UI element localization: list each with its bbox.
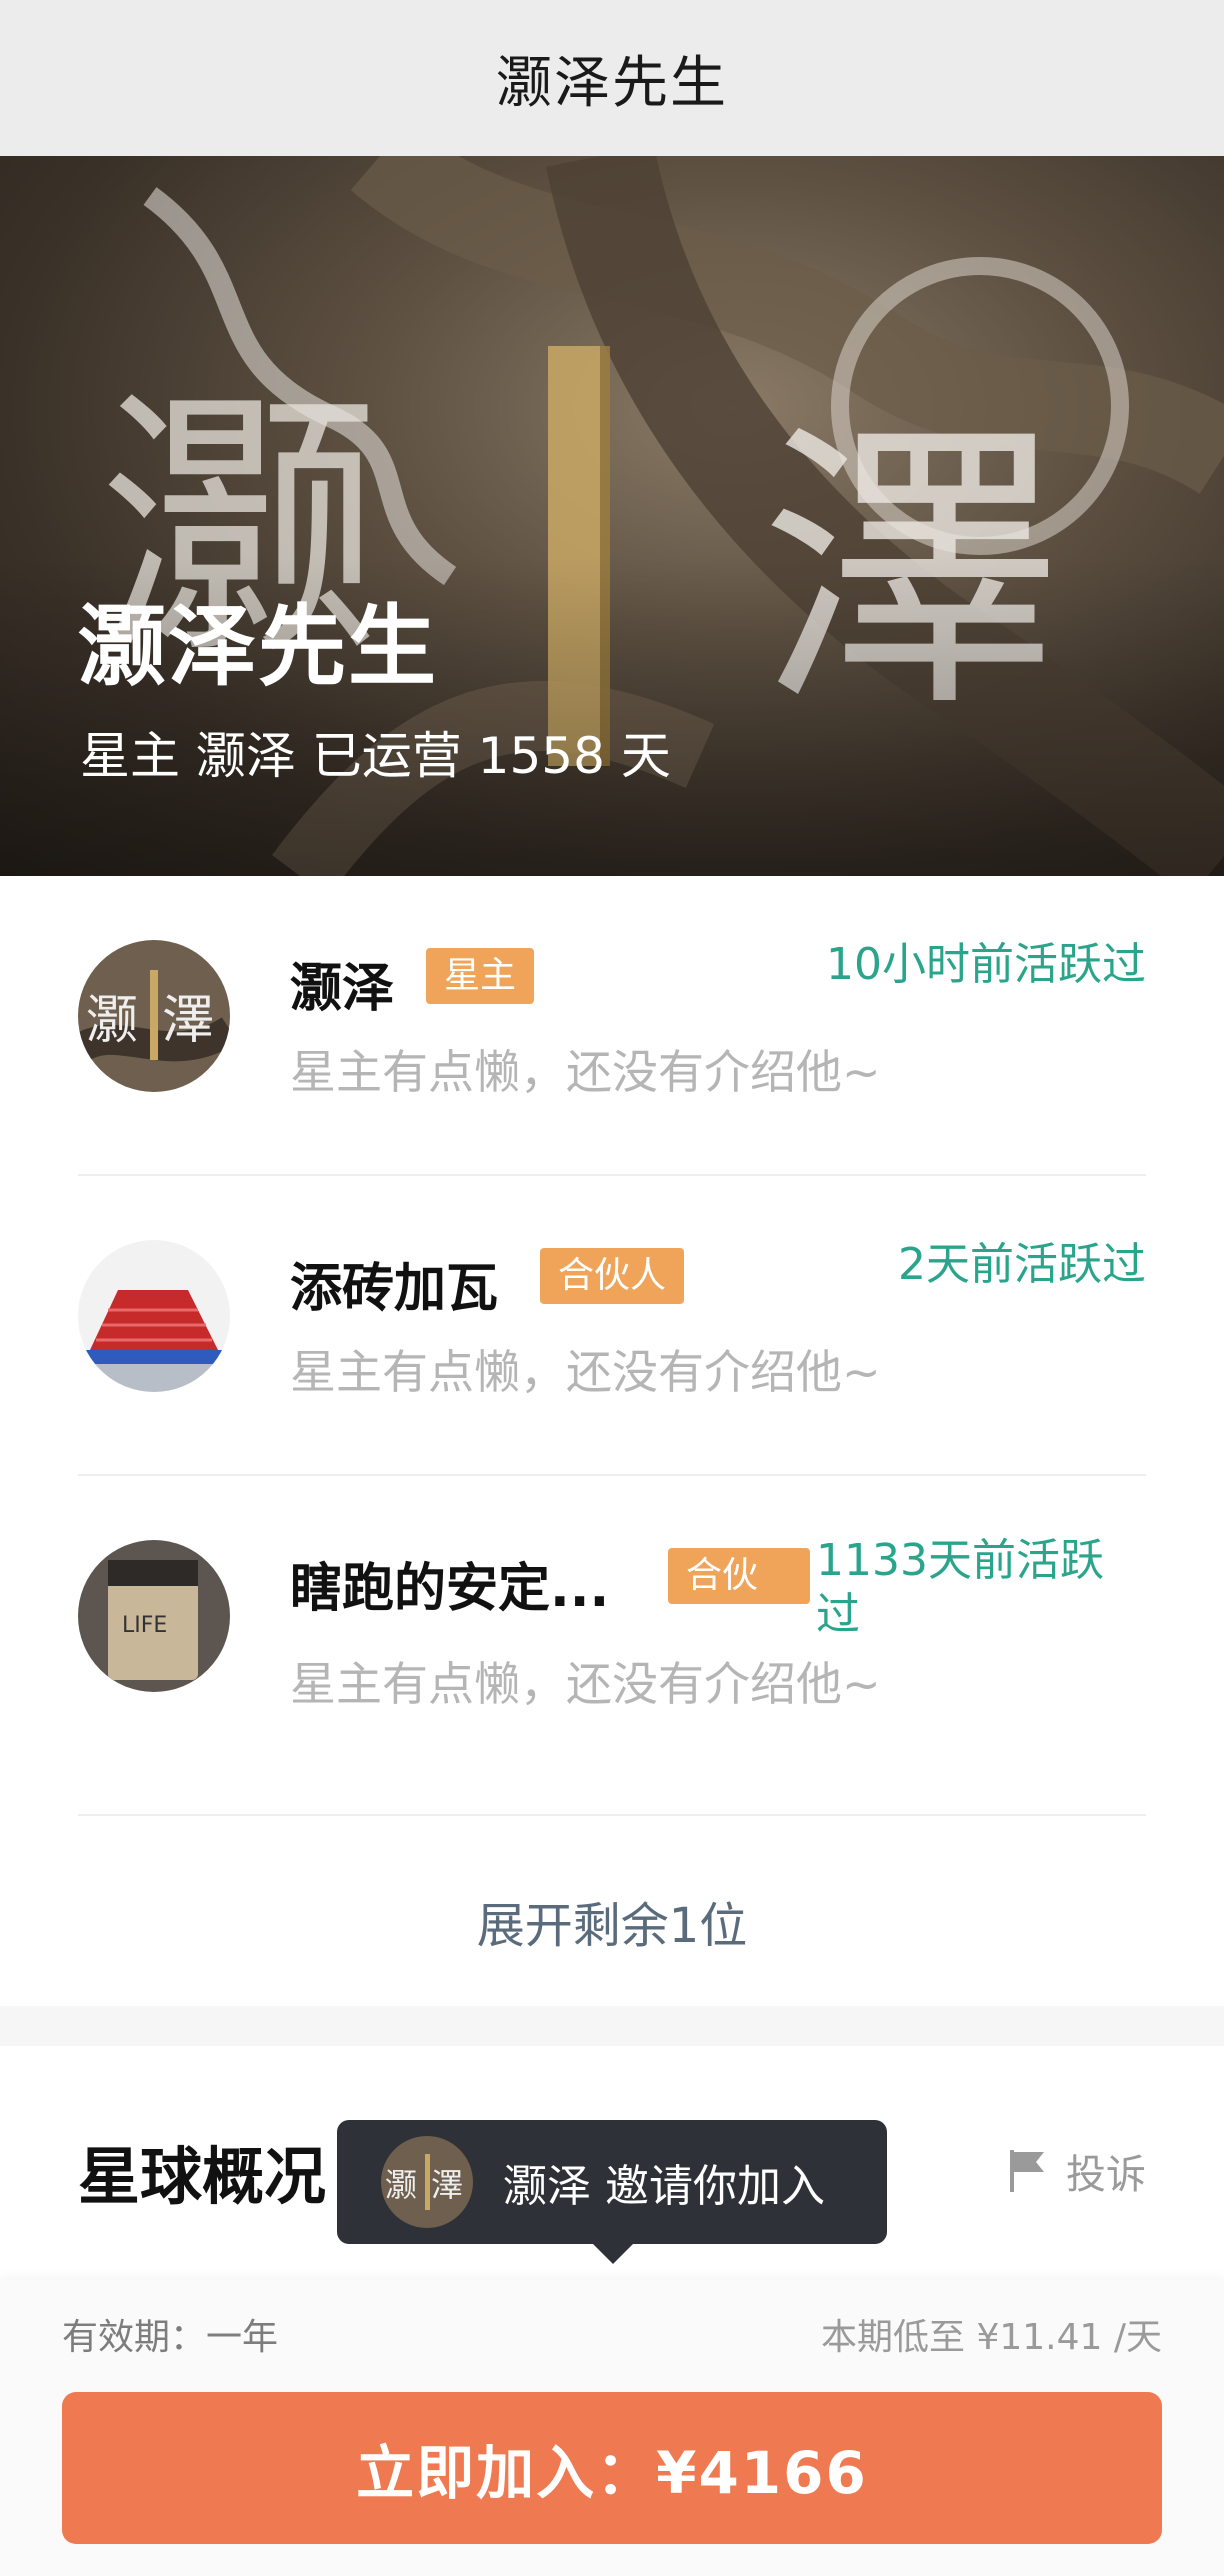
circle-name: 灏泽先生 [78, 595, 439, 698]
invite-text: 灏泽 邀请你加入 [503, 2161, 825, 2212]
hero-banner: 灏 澤 灏泽先生 星主 灏泽 已运营 1558 天 [0, 156, 1224, 876]
member-row[interactable]: 灏 澤 灏泽 星主 10小时前活跃过 星主有点懒，还没有介绍他~ [0, 876, 1224, 1176]
top-bar: 灏泽先生 [0, 0, 1224, 156]
svg-text:澤: 澤 [162, 991, 214, 1051]
svg-text:LIFE: LIFE [122, 1613, 167, 1638]
member-intro: 星主有点懒，还没有介绍他~ [290, 1657, 881, 1711]
daily-price-text: 本期低至 ¥11.41 /天 [821, 2317, 1162, 2358]
member-name: 添砖加瓦 [290, 1259, 499, 1319]
expand-members-link[interactable]: 展开剩余1位 [0, 1886, 1224, 1956]
report-button[interactable]: 投诉 [1008, 2142, 1146, 2200]
svg-text:灏: 灏 [86, 991, 138, 1051]
member-intro: 星主有点懒，还没有介绍他~ [290, 1045, 881, 1099]
role-badge: 合伙人 [540, 1248, 685, 1304]
member-name: 瞎跑的安定... [290, 1559, 610, 1619]
member-intro: 星主有点懒，还没有介绍他~ [290, 1345, 881, 1399]
last-active-text: 2天前活跃过 [898, 1239, 1146, 1290]
role-badge: 合伙 [668, 1548, 810, 1604]
svg-text:灏: 灏 [385, 2166, 417, 2204]
member-row[interactable]: 添砖加瓦 合伙人 2天前活跃过 星主有点懒，还没有介绍他~ [0, 1176, 1224, 1476]
avatar[interactable] [78, 1240, 230, 1392]
member-name: 灏泽 [290, 959, 395, 1019]
validity-text: 有效期：一年 [62, 2317, 279, 2358]
page-title: 灏泽先生 [496, 50, 728, 116]
join-footer: 有效期：一年 本期低至 ¥11.41 /天 立即加入：¥4166 [0, 2280, 1224, 2576]
report-label: 投诉 [1066, 2152, 1146, 2198]
invite-toast: 灏 澤 灏泽 邀请你加入 [337, 2120, 887, 2264]
join-button[interactable]: 立即加入：¥4166 [62, 2392, 1162, 2544]
avatar[interactable]: LIFE [78, 1540, 230, 1692]
divider [78, 1814, 1146, 1816]
circle-owner-info: 星主 灏泽 已运营 1558 天 [80, 727, 671, 785]
section-title: 星球概况 [78, 2140, 327, 2213]
role-badge: 星主 [426, 948, 535, 1004]
avatar: 灏 澤 [381, 2136, 473, 2228]
last-active-text: 10小时前活跃过 [826, 939, 1146, 990]
flag-icon [1010, 2150, 1044, 2192]
last-active-text: 1133天前活跃过 [816, 1535, 1104, 1640]
member-row[interactable]: LIFE 瞎跑的安定... 合伙 1133天前活跃过 星主有点懒，还没有介绍他~ [0, 1476, 1224, 1776]
svg-text:澤: 澤 [431, 2166, 463, 2204]
member-list: 灏 澤 灏泽 星主 10小时前活跃过 星主有点懒，还没有介绍他~ 添砖加瓦 合伙… [0, 876, 1224, 2006]
avatar[interactable]: 灏 澤 [78, 940, 230, 1092]
